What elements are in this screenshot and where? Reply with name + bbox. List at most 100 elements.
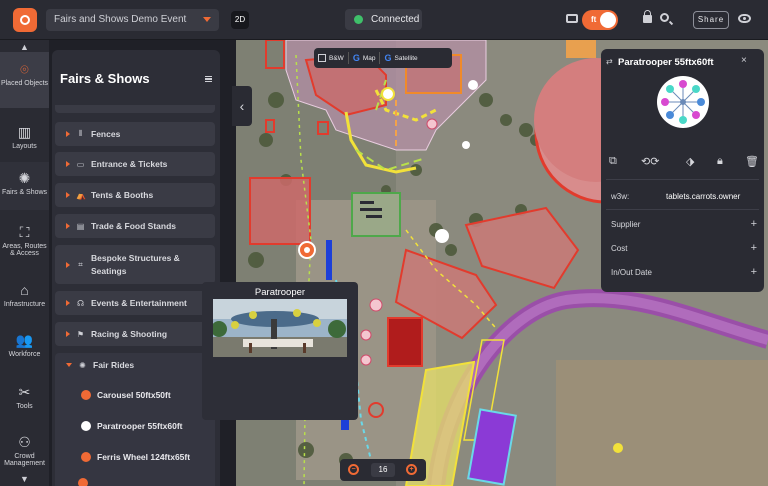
nav-tools[interactable]: ✂ Tools [0, 382, 49, 416]
row-label: In/Out Date [611, 268, 652, 277]
rotate-icon[interactable]: ⟲⟳ [641, 155, 659, 168]
object-actions: ⧉ ⟲⟳ ⬗ 🔒︎ 🗑︎ [601, 153, 764, 173]
category-tents-booths[interactable]: ⛺ Tents & Booths [55, 183, 215, 207]
nav-label: Areas, Routes & Access [2, 243, 47, 257]
camera-icon[interactable] [566, 14, 578, 23]
nav-label: Crowd Management [4, 453, 45, 467]
unit-toggle[interactable]: ft [582, 10, 618, 30]
in-out-date-row[interactable]: In/Out Date + [611, 266, 757, 278]
preview-title: Paratrooper [254, 287, 306, 298]
category-trade-food[interactable]: ▤ Trade & Food Stands [55, 214, 215, 238]
add-icon[interactable]: + [751, 266, 757, 278]
expand-arrow-icon [66, 131, 70, 137]
zoom-in-button[interactable]: + [406, 464, 417, 475]
eye-icon[interactable] [738, 14, 751, 23]
map-type-map[interactable]: G Map [349, 53, 380, 63]
fairs-shows-panel: Fairs & Shows ⫴ Fences ▭ Entrance & Tick… [52, 50, 220, 486]
paratrooper-icon [661, 80, 705, 124]
category-label: Events & Entertainment [91, 297, 187, 308]
map-type-label: Map [362, 54, 376, 62]
view-mode-button[interactable]: 2D [231, 11, 249, 29]
nav-areas-routes[interactable]: ⛶ Areas, Routes & Access [0, 220, 49, 268]
category-label: Trade & Food Stands [91, 220, 177, 231]
share-button[interactable]: Share [693, 11, 729, 29]
category-fences[interactable]: ⫴ Fences [55, 122, 215, 146]
nav-fairs-shows[interactable]: ✺ Fairs & Shows [0, 162, 49, 210]
nav-workforce[interactable]: 👥 Workforce [0, 330, 49, 364]
category-events-entertainment[interactable]: ☊ Events & Entertainment [55, 291, 215, 315]
fence-icon: ⫴ [78, 129, 83, 138]
app: Fairs and Shows Demo Event 2D Connected … [0, 0, 768, 486]
close-icon[interactable]: × [741, 55, 747, 66]
expand-arrow-icon [66, 223, 70, 229]
w3w-value[interactable]: tablets.carrots.owner [666, 192, 740, 201]
panel-title: Fairs & Shows [60, 71, 150, 86]
object-title: Paratrooper 55ftx60ft [618, 57, 714, 68]
carousel-icon [81, 390, 91, 400]
nav-label: Fairs & Shows [1, 189, 48, 196]
add-icon[interactable]: + [751, 242, 757, 254]
collapse-arrow-icon [66, 363, 72, 367]
search-icon[interactable] [660, 13, 669, 22]
category-label: Racing & Shooting [91, 328, 168, 339]
map-type-switcher: B&W G Map G Satellite [314, 48, 452, 68]
ride-icon: ✺ [79, 360, 86, 370]
status-dot-icon [354, 15, 363, 24]
infrastructure-icon: ⌂ [20, 282, 29, 298]
connection-status: Connected [345, 9, 422, 30]
ride-item-ferris-wheel[interactable]: Ferris Wheel 124ftx65ft [55, 447, 215, 467]
lock-icon[interactable]: 🔒︎ [717, 155, 723, 168]
category-fair-rides[interactable]: ✺ Fair Rides [55, 353, 215, 377]
map-type-bw[interactable]: B&W [314, 54, 348, 62]
google-icon: G [384, 53, 392, 63]
lock-icon[interactable] [643, 10, 652, 23]
paratrooper-icon [81, 421, 91, 431]
expand-arrow-icon [66, 331, 70, 337]
chevron-down-icon[interactable]: ▼ [0, 474, 49, 484]
expand-arrow-icon [66, 261, 70, 268]
cost-row[interactable]: Cost + [611, 242, 757, 254]
add-icon[interactable]: + [751, 218, 757, 230]
nav-label: Infrastructure [3, 301, 46, 308]
ride-label: Carousel 50ftx50ft [97, 390, 171, 400]
w3w-row: w3w: tablets.carrots.owner [611, 192, 757, 201]
area-icon: ⛶ [19, 224, 30, 240]
swap-icon[interactable]: ⇄ [606, 57, 613, 66]
nav-infrastructure[interactable]: ⌂ Infrastructure [0, 280, 49, 314]
nav-label: Layouts [12, 143, 37, 150]
ferris-wheel-icon [81, 452, 91, 462]
logo-icon [20, 15, 30, 25]
app-logo[interactable] [13, 8, 37, 32]
nav-placed-objects[interactable]: ⌾ Placed Objects [0, 52, 49, 108]
category-entrance-tickets[interactable]: ▭ Entrance & Tickets [55, 152, 215, 176]
event-selector[interactable]: Fairs and Shows Demo Event [46, 9, 219, 31]
ride-item-paratrooper[interactable]: Paratrooper 55ftx60ft [55, 416, 215, 436]
nav-crowd-management[interactable]: ⚇ Crowd Management [0, 432, 49, 472]
nav-label: Workforce [8, 351, 41, 358]
object-details-panel: ⇄ Paratrooper 55ftx60ft × ⧉ ⟲⟳ ⬗ 🔒︎ 🗑︎ w… [601, 49, 764, 292]
copy-icon[interactable]: ⧉ [609, 155, 617, 168]
ride-preview-card: Paratrooper [202, 282, 358, 420]
category-label: Entrance & Tickets [91, 158, 168, 169]
collapse-panel-button[interactable]: ‹ [232, 86, 252, 126]
racing-icon: ⚑ [76, 329, 85, 339]
left-nav-rail: ▲ ⌾ Placed Objects ▥ Layouts ✺ Fairs & S… [0, 40, 49, 486]
map-type-label: Satellite [394, 54, 418, 62]
nav-layouts[interactable]: ▥ Layouts [0, 120, 49, 160]
divider [606, 179, 759, 180]
chevron-up-icon[interactable]: ▲ [0, 42, 49, 52]
supplier-row[interactable]: Supplier + [611, 218, 757, 230]
category-bespoke-structures[interactable]: ⌗ Bespoke Structures & Seatings [55, 245, 215, 284]
trash-icon[interactable]: 🗑︎ [745, 155, 759, 168]
tag-icon[interactable]: ⬗ [686, 155, 694, 168]
category-racing-shooting[interactable]: ⚑ Racing & Shooting [55, 322, 215, 346]
zoom-out-button[interactable]: − [348, 464, 359, 475]
ride-label: Paratrooper 55ftx60ft [97, 421, 183, 431]
map-type-satellite[interactable]: G Satellite [380, 53, 421, 63]
zoom-level[interactable]: 16 [371, 463, 395, 477]
ride-item-carousel[interactable]: Carousel 50ftx50ft [55, 385, 215, 405]
map-type-label: B&W [329, 54, 344, 62]
chevron-down-icon [203, 17, 211, 22]
object-thumbnail [657, 76, 709, 128]
list-menu-icon[interactable] [205, 76, 212, 82]
